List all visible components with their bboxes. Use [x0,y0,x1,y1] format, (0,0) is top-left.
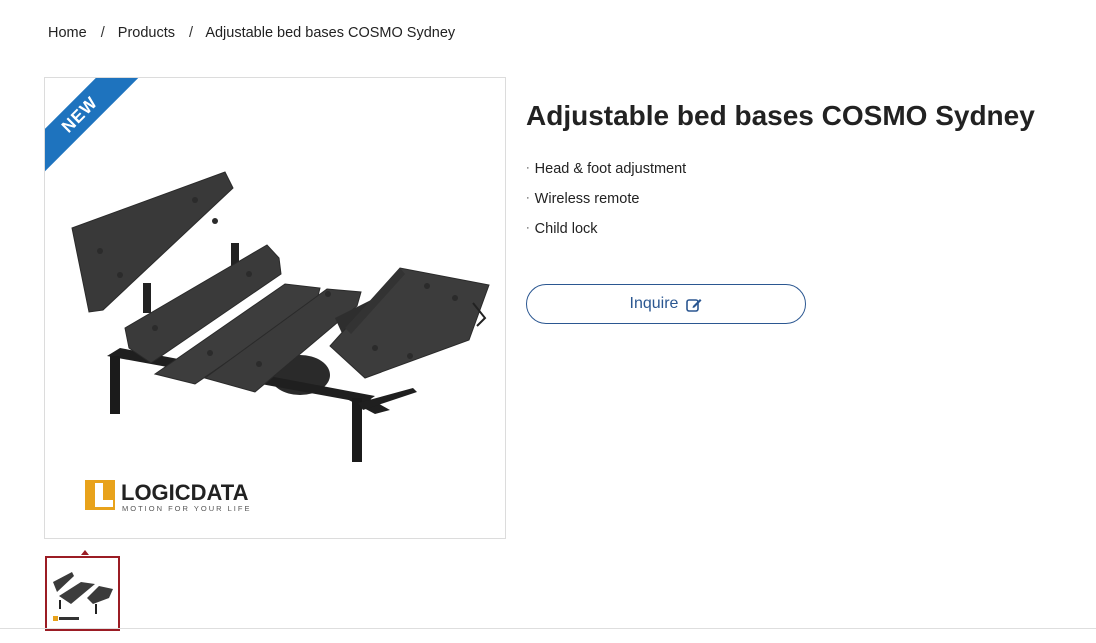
feature-item: · Head & foot adjustment [526,160,686,190]
edit-icon [686,297,702,312]
breadcrumb-current: Adjustable bed bases COSMO Sydney [205,25,456,41]
bullet: · [526,162,530,174]
feature-list: · Head & foot adjustment · Wireless remote… [526,160,686,250]
new-badge: NEW [45,78,155,188]
inquire-label: Inquire [629,295,679,312]
breadcrumb-home[interactable]: Home [48,25,87,41]
feature-item: · Child lock [526,220,686,250]
breadcrumb: Home / Products / Adjustable bed bases C… [48,25,455,41]
divider [0,628,1096,629]
thumbnail-image [53,572,113,621]
feature-item: · Wireless remote [526,190,686,220]
thumbnail-active-indicator [81,550,89,555]
bullet: · [526,192,530,204]
product-main-image[interactable]: LOGICDATA MOTION FOR YOUR LIFE NEW [44,77,506,539]
brand-name: LOGICDATA [121,480,249,505]
breadcrumb-separator: / [100,25,105,41]
page-title: Adjustable bed bases COSMO Sydney [526,100,1035,131]
feature-label: Wireless remote [534,191,640,207]
breadcrumb-products[interactable]: Products [118,25,175,41]
new-badge-label: NEW [45,78,144,179]
feature-label: Head & foot adjustment [534,161,687,177]
feature-label: Child lock [534,221,598,237]
breadcrumb-separator: / [189,25,194,41]
bullet: · [526,222,530,234]
inquire-button[interactable]: Inquire [526,284,806,324]
product-thumbnail[interactable] [45,556,120,631]
brand-tagline: MOTION FOR YOUR LIFE [122,504,251,513]
